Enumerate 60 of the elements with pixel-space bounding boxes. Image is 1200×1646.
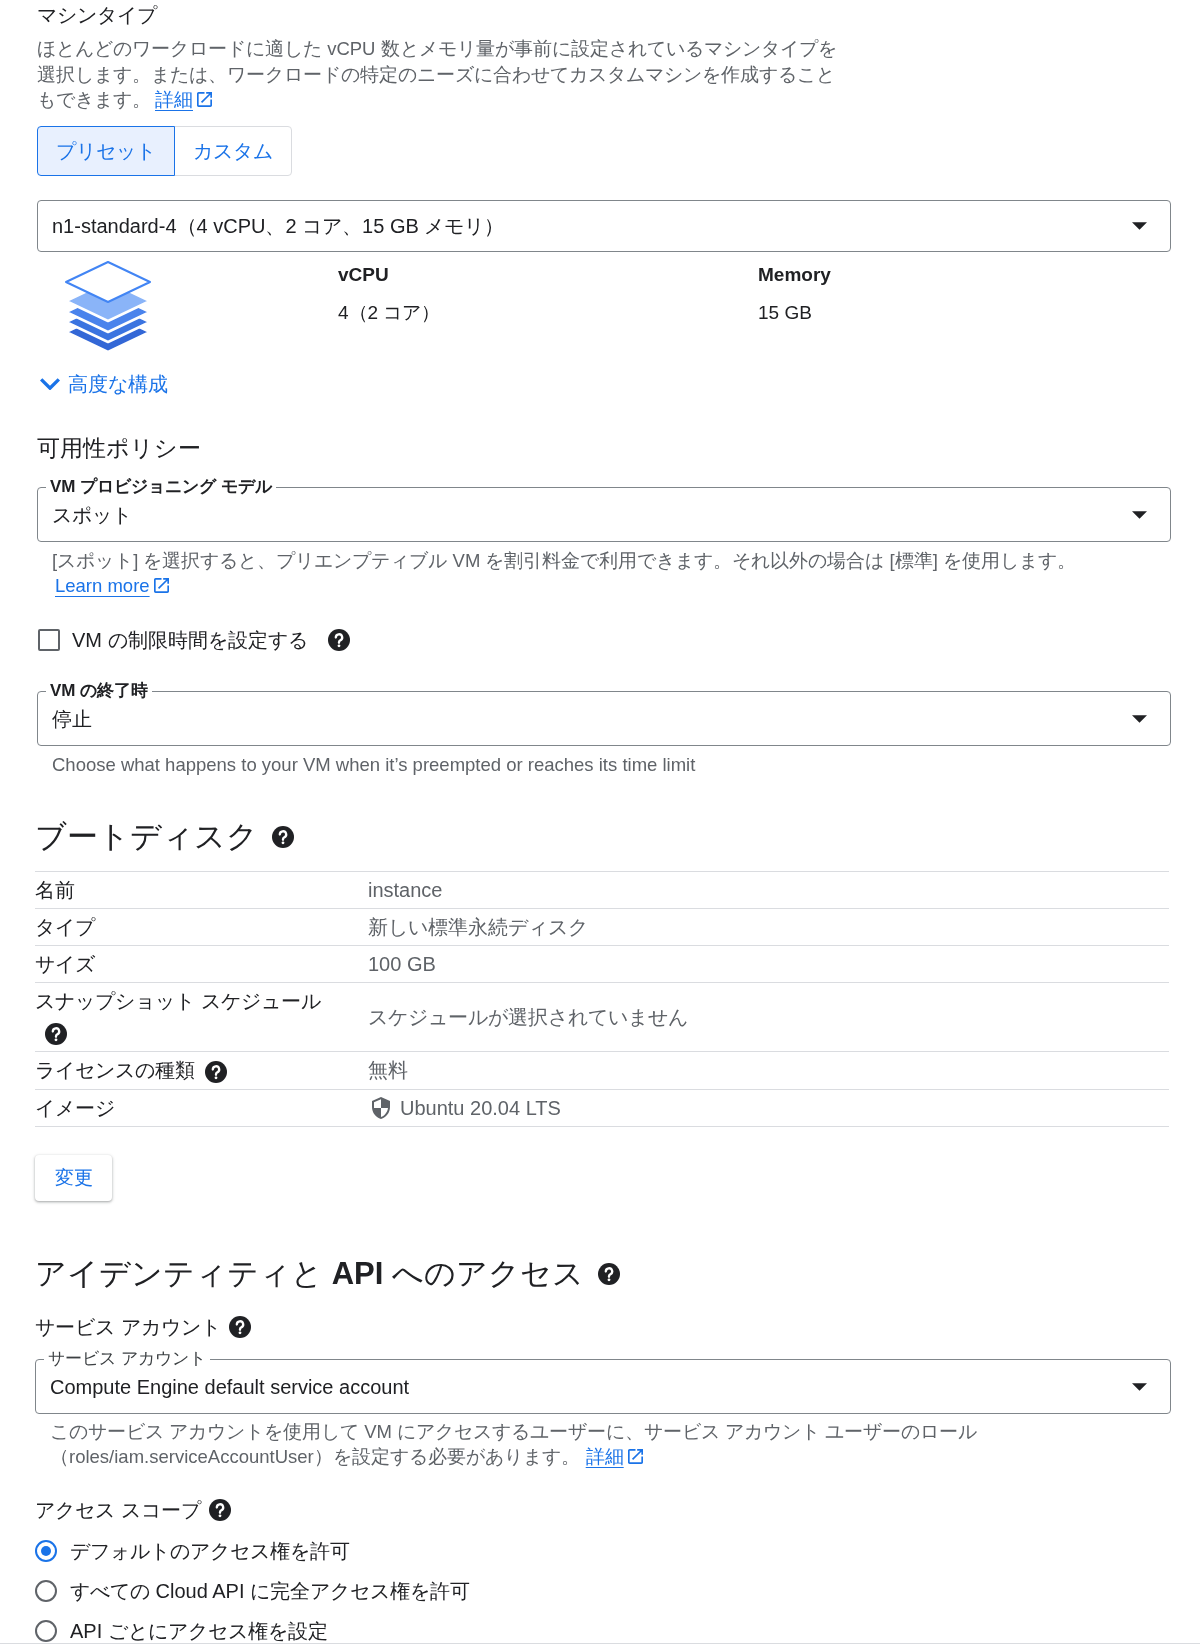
help-text: Choose what happens to your VM when it’s preempted or reaches its time limit xyxy=(51,752,697,777)
help-text: [スポット] を選択すると、プリエンプティブル VM を割引料金で利用できます。それ以外の場合は [標準] を使用します。 Learn more xyxy=(51,548,1077,598)
dropdown-caret-icon xyxy=(1132,715,1147,723)
help-icon[interactable] xyxy=(208,1499,231,1521)
external-link-icon xyxy=(627,1448,643,1464)
help-icon[interactable] xyxy=(272,826,294,848)
machine-type-select[interactable]: n1-standard-4（4 vCPU、2 コア、15 GB メモリ） xyxy=(37,200,1171,252)
help-icon[interactable] xyxy=(45,1022,67,1045)
subsection-title: サービス アカウント xyxy=(35,1315,221,1339)
property-value: 無料 xyxy=(368,1058,408,1083)
change-button[interactable]: 変更 xyxy=(35,1155,112,1201)
property-label: 名前 xyxy=(35,879,75,901)
radio-label[interactable]: API ごとにアクセス権を設定 xyxy=(70,1619,328,1643)
property-label: サイズ xyxy=(35,953,95,975)
radio-button[interactable] xyxy=(35,1580,57,1602)
property-label: ライセンスの種類 xyxy=(35,1059,195,1081)
radio-button[interactable] xyxy=(35,1540,57,1562)
section-title: 可用性ポリシー xyxy=(37,435,202,463)
details-link[interactable]: 詳細 xyxy=(585,1445,643,1467)
spec-label: Memory xyxy=(758,263,832,287)
termination-action-select[interactable]: VM の終了時 停止 xyxy=(37,681,1171,746)
machine-type-tab[interactable]: プリセット xyxy=(37,126,175,176)
checkbox-label[interactable]: VM の制限時間を設定する xyxy=(72,628,308,652)
external-link-icon xyxy=(153,577,169,593)
property-label: スナップショット スケジュール xyxy=(35,990,321,1012)
spec-value: 15 GB xyxy=(758,301,813,325)
advanced-settings-toggle[interactable]: 高度な構成 xyxy=(37,372,168,396)
provisioning-model-select[interactable]: VM プロビジョニング モデル スポット xyxy=(37,477,1171,542)
help-icon[interactable] xyxy=(327,629,350,651)
property-label: タイプ xyxy=(35,916,95,938)
dropdown-caret-icon xyxy=(1132,222,1147,230)
section-heading: ブートディスク xyxy=(35,818,258,856)
spec-label: vCPU xyxy=(338,263,390,287)
help-text: このサービス アカウントを使用して VM にアクセスするユーザーに、サービス アカウント ユーザーのロール（roles/iam.serviceAccountUser）を設定する必要があります。 詳細 xyxy=(49,1419,979,1469)
help-icon[interactable] xyxy=(205,1060,227,1083)
machine-type-tab[interactable]: カスタム xyxy=(174,126,292,176)
radio-label[interactable]: デフォルトのアクセス権を許可 xyxy=(70,1539,350,1563)
property-value: 新しい標準永続ディスク xyxy=(368,915,588,939)
dropdown-caret-icon xyxy=(1132,511,1147,519)
property-value: Ubuntu 20.04 LTS xyxy=(400,1096,561,1120)
radio-label[interactable]: すべての Cloud API に完全アクセス権を許可 xyxy=(70,1579,471,1603)
details-link[interactable]: 詳細 xyxy=(155,89,212,110)
dropdown-caret-icon xyxy=(1132,1383,1147,1391)
section-heading: アイデンティティと API へのアクセス xyxy=(35,1255,584,1293)
subsection-title: アクセス スコープ xyxy=(35,1498,201,1522)
spec-value: 4（2 コア） xyxy=(338,301,442,325)
help-icon[interactable] xyxy=(228,1316,251,1338)
layers-icon xyxy=(63,260,153,354)
learn-more-link[interactable]: Learn more xyxy=(55,574,169,596)
property-value: instance xyxy=(368,878,443,902)
checkbox[interactable] xyxy=(38,629,60,651)
property-label: イメージ xyxy=(35,1097,115,1119)
service-account-select[interactable]: サービス アカウント Compute Engine default service account xyxy=(35,1349,1171,1414)
shield-icon xyxy=(372,1097,390,1119)
description-text: ほとんどのワークロードに適した vCPU 数とメモリ量が事前に設定されているマシンタイプを選択します。または、ワークロードの特定のニーズに合わせてカスタムマシンを作成することもできます。 詳細 xyxy=(37,37,837,112)
help-icon[interactable] xyxy=(597,1263,620,1285)
external-link-icon xyxy=(197,92,212,107)
property-value: スケジュールが選択されていません xyxy=(368,1004,688,1030)
section-title: マシンタイプ xyxy=(37,3,159,27)
property-value: 100 GB xyxy=(368,952,436,976)
